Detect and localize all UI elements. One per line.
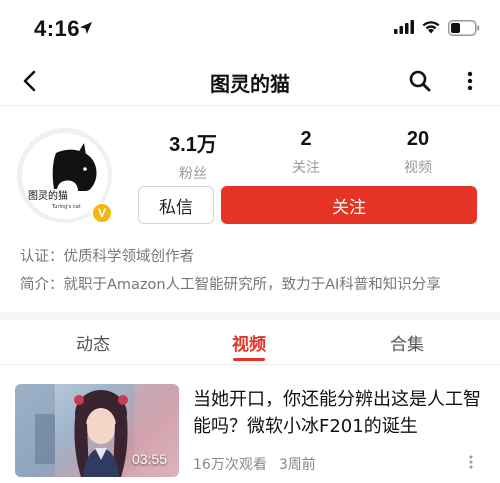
avatar-subtext: Turing's cat [51, 204, 81, 210]
follow-button[interactable]: 关注 [221, 186, 477, 224]
more-vertical-icon [467, 71, 473, 91]
nav-bar: 图灵的猫 [0, 56, 500, 106]
content-tabs: 动态 视频 合集 [0, 320, 500, 364]
stat-value: 20 [406, 128, 430, 150]
video-meta: 16万次观看 3周前 [193, 454, 316, 474]
stat-label: 粉丝 [179, 166, 207, 182]
more-button[interactable] [458, 66, 482, 96]
verified-badge: V [91, 202, 113, 224]
tab-videos[interactable]: 视频 [199, 330, 299, 355]
stat-value: 3.1万 [169, 134, 217, 156]
wifi-icon [422, 21, 440, 34]
tabs-divider [0, 364, 500, 365]
avatar-text: 图灵的猫 [28, 189, 68, 202]
tab-dynamic[interactable]: 动态 [43, 330, 143, 355]
video-views: 16万次观看 [193, 457, 267, 473]
bio-text: 简介：就职于Amazon人工智能研究所，致力于AI科普和知识分享 [20, 277, 441, 293]
video-more-button[interactable] [464, 452, 478, 472]
stat-fans[interactable]: 3.1万 粉丝 [148, 128, 238, 183]
battery-icon [448, 20, 480, 36]
search-button[interactable] [404, 66, 436, 96]
status-time: 4:16 [34, 16, 81, 41]
more-vertical-icon [469, 455, 473, 469]
stat-videos[interactable]: 20 视频 [373, 128, 463, 177]
video-duration: 03:55 [131, 451, 167, 467]
video-age: 3周前 [278, 457, 316, 473]
stat-following[interactable]: 2 关注 [261, 128, 351, 177]
stat-value: 2 [300, 128, 312, 150]
nav-divider [0, 105, 500, 106]
active-tab-indicator [233, 358, 265, 361]
cellular-signal-icon [394, 20, 414, 34]
stat-label: 关注 [292, 160, 320, 176]
certification-text: 认证：优质科学领域创作者 [20, 249, 194, 265]
section-divider [0, 312, 500, 320]
video-thumbnail[interactable]: 03:55 [15, 384, 179, 477]
status-bar: 4:16 [0, 0, 500, 56]
location-arrow-icon [80, 22, 92, 34]
message-button[interactable]: 私信 [138, 186, 214, 224]
video-list-item[interactable]: 03:55 当她开口，你还能分辨出这是人工智能吗？微软小冰F201的诞生 16万… [0, 372, 500, 483]
tab-collections[interactable]: 合集 [357, 330, 457, 355]
search-icon [409, 70, 431, 92]
stat-label: 视频 [404, 160, 432, 176]
video-title[interactable]: 当她开口，你还能分辨出这是人工智能吗？微软小冰F201的诞生 [193, 386, 487, 440]
